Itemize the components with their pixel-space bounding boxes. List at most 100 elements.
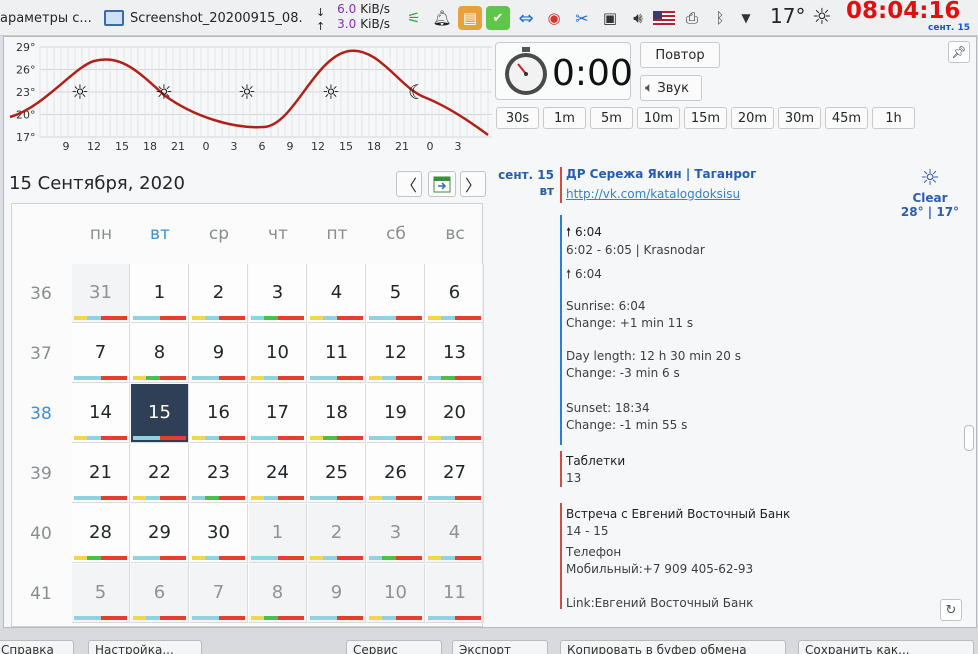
day-cell[interactable]: 9 <box>308 564 366 623</box>
day-cell[interactable]: 26 <box>367 444 425 503</box>
day-cell[interactable]: 13 <box>426 324 484 383</box>
clipboard-icon[interactable]: ▣ <box>598 6 622 30</box>
day-cell[interactable]: 11 <box>308 324 366 383</box>
day-cell[interactable]: 29 <box>131 504 189 563</box>
day-cell[interactable]: 4 <box>308 264 366 323</box>
event-indicator-segment <box>100 376 114 380</box>
notes-icon[interactable]: ▤ <box>458 6 482 30</box>
day-cell[interactable]: 7 <box>190 564 248 623</box>
day-number: 14 <box>89 402 112 423</box>
teamviewer-icon[interactable]: ⇔ <box>514 6 538 30</box>
day-cell[interactable]: 27 <box>426 444 484 503</box>
event-indicator-segment <box>133 436 147 440</box>
taskbar-item-screenshot[interactable]: Screenshot_20200915_08... <box>104 0 304 36</box>
repeat-button[interactable]: Повтор <box>640 42 720 68</box>
day-cell[interactable]: 25 <box>308 444 366 503</box>
timer-preset-button[interactable]: 30s <box>496 107 539 129</box>
bottom-toolbar-button[interactable]: Справка <box>0 640 74 654</box>
day-cell[interactable]: 24 <box>249 444 307 503</box>
chevron-down-icon[interactable]: ▼ <box>734 6 758 30</box>
day-cell[interactable]: 1 <box>249 504 307 563</box>
day-cell[interactable]: 22 <box>131 444 189 503</box>
today-button[interactable] <box>428 171 456 197</box>
event-indicator-segment <box>133 376 147 380</box>
timer-preset-button[interactable]: 10m <box>637 107 680 129</box>
event-indicator-bar <box>74 616 127 620</box>
checkmark-icon[interactable]: ✔ <box>486 6 510 30</box>
volume-icon[interactable]: 🔊︎ <box>626 6 650 30</box>
previous-month-button[interactable]: 〈 <box>396 171 422 197</box>
timer-preset-button[interactable]: 5m <box>590 107 633 129</box>
refresh-icon[interactable]: ↻ <box>940 599 962 621</box>
day-cell[interactable]: 3 <box>367 504 425 563</box>
day-cell[interactable]: 5 <box>367 264 425 323</box>
day-cell[interactable]: 4 <box>426 504 484 563</box>
day-number: 29 <box>148 522 171 543</box>
birthday-event-title[interactable]: ДР Сережа Якин | Таганрог <box>566 167 756 181</box>
day-cell[interactable]: 21 <box>72 444 130 503</box>
day-cell[interactable]: 1 <box>131 264 189 323</box>
timer-preset-button[interactable]: 45m <box>825 107 868 129</box>
day-cell[interactable]: 19 <box>367 384 425 443</box>
bluetooth-icon[interactable]: ᛒ <box>708 6 732 30</box>
day-cell[interactable]: 7 <box>72 324 130 383</box>
sound-button[interactable]: 🔈︎ Звук <box>640 75 702 101</box>
bottom-toolbar-button[interactable]: Сервис <box>346 640 442 654</box>
sun-icon: ☼ <box>920 166 940 191</box>
timer-preset-button[interactable]: 15m <box>684 107 727 129</box>
timer-display[interactable]: 0:00 <box>495 42 633 100</box>
meeting-event-title[interactable]: Встреча с Евгений Восточный Банк <box>566 507 790 521</box>
bottom-toolbar-button[interactable]: Сохранить как... <box>798 640 974 654</box>
day-cell[interactable]: 10 <box>249 324 307 383</box>
us-flag-icon[interactable] <box>652 6 676 30</box>
next-month-button[interactable]: 〉 <box>460 171 486 197</box>
panel-temperature[interactable]: 17° <box>770 4 805 28</box>
selected-day-cell[interactable]: 15 <box>131 384 189 443</box>
day-cell[interactable]: 10 <box>367 564 425 623</box>
day-cell[interactable]: 31 <box>72 264 130 323</box>
day-cell[interactable]: 3 <box>249 264 307 323</box>
day-cell[interactable]: 8 <box>249 564 307 623</box>
scissors-icon[interactable]: ✂ <box>570 6 594 30</box>
pin-icon[interactable]: 📌︎ <box>948 41 970 63</box>
day-cell[interactable]: 2 <box>308 504 366 563</box>
day-cell[interactable]: 9 <box>190 324 248 383</box>
digital-clock[interactable]: 08:04:16 <box>846 0 960 24</box>
timer-preset-button[interactable]: 20m <box>731 107 774 129</box>
day-cell[interactable]: 2 <box>190 264 248 323</box>
bottom-toolbar-button[interactable]: Настройка... <box>88 640 202 654</box>
bottom-toolbar-button[interactable]: Копировать в буфер обмена <box>560 640 786 654</box>
bell-icon[interactable]: 🔔︎ <box>430 6 454 30</box>
scrollbar-handle[interactable] <box>964 425 974 451</box>
sun-icon[interactable]: ☼ <box>812 5 832 30</box>
timer-preset-button[interactable]: 30m <box>778 107 821 129</box>
network-monitor[interactable]: ↓ ↑ 6.0 KiB/s 3.0 KiB/s <box>312 2 392 34</box>
timer-preset-button[interactable]: 1h <box>872 107 915 129</box>
day-cell[interactable]: 11 <box>426 564 484 623</box>
day-cell[interactable]: 28 <box>72 504 130 563</box>
bottom-toolbar-button[interactable]: Экспорт <box>452 640 548 654</box>
day-cell[interactable]: 5 <box>72 564 130 623</box>
sunrise-change: Change: +1 min 11 s <box>566 316 694 330</box>
day-cell[interactable]: 23 <box>190 444 248 503</box>
day-cell[interactable]: 8 <box>131 324 189 383</box>
taskbar-item-settings[interactable]: араметры с... <box>0 0 96 36</box>
wifi-signal-icon[interactable]: ⚟ <box>402 6 426 30</box>
day-cell[interactable]: 6 <box>131 564 189 623</box>
day-cell[interactable]: 16 <box>190 384 248 443</box>
current-weather[interactable]: ☼ Clear 28° | 17° <box>892 166 968 220</box>
day-cell[interactable]: 18 <box>308 384 366 443</box>
event-indicator-segment <box>74 316 88 320</box>
day-cell[interactable]: 17 <box>249 384 307 443</box>
pills-event-title[interactable]: Таблетки <box>566 454 625 468</box>
day-cell[interactable]: 20 <box>426 384 484 443</box>
printer-icon[interactable]: ⎙ <box>680 6 704 30</box>
mail-badge-icon[interactable]: ◉ <box>542 6 566 30</box>
event-indicator-segment <box>192 616 206 620</box>
day-cell[interactable]: 6 <box>426 264 484 323</box>
day-cell[interactable]: 14 <box>72 384 130 443</box>
timer-preset-button[interactable]: 1m <box>543 107 586 129</box>
birthday-event-link[interactable]: http://vk.com/katalogdoksisu <box>566 187 740 201</box>
day-cell[interactable]: 30 <box>190 504 248 563</box>
day-cell[interactable]: 12 <box>367 324 425 383</box>
